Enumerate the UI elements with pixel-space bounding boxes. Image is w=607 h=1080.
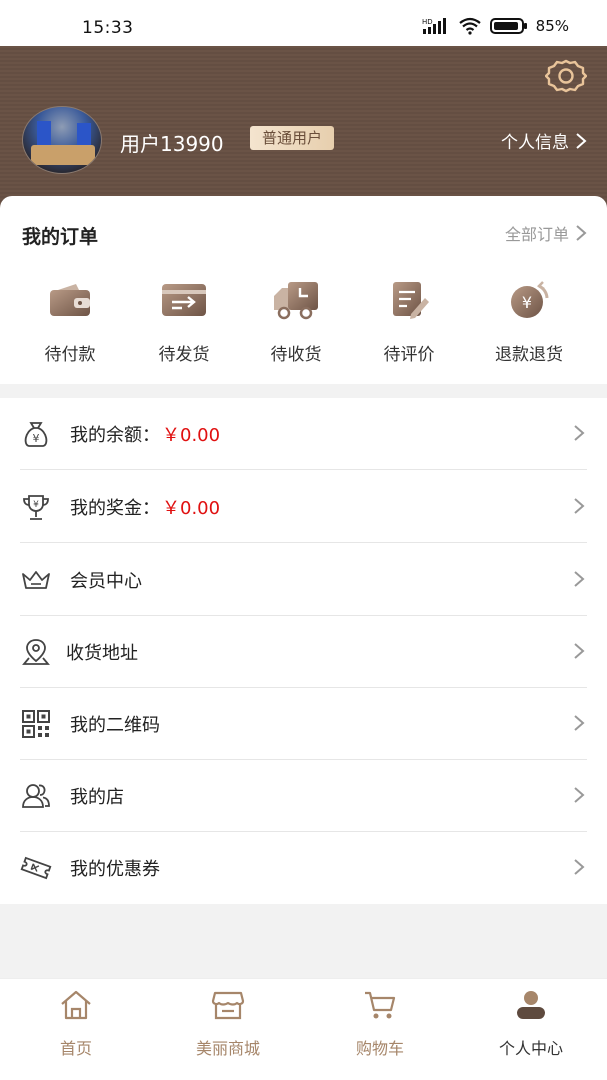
tab-label: 购物车: [355, 1039, 404, 1058]
menu-item-membership[interactable]: 会员中心: [20, 544, 587, 616]
menu-label: 我的店: [70, 786, 124, 808]
tab-home[interactable]: 首页: [21, 989, 131, 1059]
avatar[interactable]: [22, 106, 102, 174]
orders-card: 我的订单 全部订单 待付款 待发货 待收货 待评价 ¥ 退款退货: [0, 196, 607, 384]
status-indicators: HD 85%: [422, 17, 569, 35]
tab-label: 首页: [59, 1039, 92, 1058]
menu-item-qr-code[interactable]: 我的二维码: [20, 688, 587, 760]
tab-mall[interactable]: 美丽商城: [173, 989, 283, 1059]
crown-icon: [22, 570, 50, 589]
order-label: 待发货: [158, 345, 210, 365]
cart-icon: [365, 991, 396, 1019]
coupon-icon: [20, 856, 52, 880]
chevron-right-icon: [574, 571, 585, 587]
order-pending-payment[interactable]: 待付款: [20, 278, 120, 365]
users-icon: [22, 783, 50, 808]
order-label: 待评价: [383, 345, 435, 365]
order-label: 待收货: [270, 345, 322, 365]
gear-icon: [545, 59, 587, 93]
qr-code-icon: [22, 709, 50, 738]
bonus-value: ￥0.00: [162, 497, 221, 519]
chevron-right-icon: [574, 787, 585, 803]
chevron-right-icon: [574, 859, 585, 875]
balance-value: ￥0.00: [162, 424, 221, 446]
status-bar: 15:33 HD 85%: [0, 0, 607, 46]
menu-item-balance[interactable]: ¥ 我的余额： ￥0.00: [20, 398, 587, 470]
menu-item-bonus[interactable]: ¥ 我的奖金： ￥0.00: [20, 471, 587, 543]
money-bag-icon: ¥: [24, 421, 48, 447]
wallet-icon: [50, 284, 90, 316]
delivery-truck-icon: [274, 282, 318, 320]
refund-coin-icon: ¥: [511, 281, 549, 318]
home-icon: [61, 990, 91, 1020]
order-refund[interactable]: ¥ 退款退货: [479, 278, 579, 365]
menu-item-address[interactable]: 收货地址: [20, 616, 587, 688]
menu-item-coupons[interactable]: 我的优惠券: [20, 832, 587, 904]
menu-label: 会员中心: [70, 570, 142, 592]
chevron-right-icon: [574, 498, 585, 514]
battery-percent: 85%: [535, 17, 569, 35]
battery-icon: [489, 18, 527, 34]
profile-info-link[interactable]: 个人信息: [501, 128, 587, 153]
order-label: 待付款: [44, 345, 96, 365]
menu-label: 我的优惠券: [70, 859, 160, 880]
review-pen-icon: [393, 282, 429, 319]
signal-icon: HD: [422, 18, 446, 34]
order-pending-shipment[interactable]: 待发货: [134, 278, 234, 365]
bottom-tab-bar: 首页 美丽商城 购物车 个人中心: [0, 978, 607, 1080]
profile-icon: [517, 991, 545, 1019]
menu-label: 我的二维码: [70, 714, 160, 736]
map-pin-icon: [22, 638, 50, 665]
menu-item-my-shop[interactable]: 我的店: [20, 760, 587, 832]
username: 用户13990: [120, 132, 224, 156]
svg-text:¥: ¥: [33, 432, 40, 445]
chevron-right-icon: [574, 715, 585, 731]
all-orders-link[interactable]: 全部订单: [505, 221, 587, 245]
settings-button[interactable]: [545, 58, 587, 94]
status-time: 15:33: [82, 18, 134, 38]
profile-info-label: 个人信息: [501, 133, 569, 153]
chevron-right-icon: [576, 225, 587, 241]
user-level-badge: 普通用户: [250, 126, 335, 150]
menu-label: 我的余额：: [70, 424, 160, 446]
svg-text:¥: ¥: [33, 500, 39, 510]
svg-text:¥: ¥: [522, 293, 532, 312]
card-send-icon: [162, 284, 206, 316]
tab-cart[interactable]: 购物车: [325, 989, 435, 1059]
chevron-right-icon: [574, 425, 585, 441]
orders-title: 我的订单: [22, 226, 99, 248]
order-label: 退款退货: [495, 345, 563, 365]
svg-text:HD: HD: [422, 18, 433, 26]
order-pending-receipt[interactable]: 待收货: [246, 278, 346, 365]
menu-label: 我的奖金：: [70, 497, 160, 519]
chevron-right-icon: [576, 132, 587, 149]
wifi-icon: [458, 17, 481, 35]
tab-profile[interactable]: 个人中心: [476, 989, 586, 1059]
trophy-icon: ¥: [23, 494, 49, 520]
tab-label: 个人中心: [498, 1039, 563, 1058]
chevron-right-icon: [574, 643, 585, 659]
order-pending-review[interactable]: 待评价: [359, 278, 459, 365]
tab-label: 美丽商城: [195, 1039, 260, 1058]
menu-list: ¥ 我的余额： ￥0.00 ¥ 我的奖金： ￥0.00 会员中心 收货地址 我的…: [0, 398, 607, 904]
menu-label: 收货地址: [66, 642, 138, 664]
store-icon: [211, 991, 245, 1020]
all-orders-label: 全部订单: [504, 225, 569, 244]
profile-header: 用户13990 普通用户 个人信息: [0, 46, 607, 216]
